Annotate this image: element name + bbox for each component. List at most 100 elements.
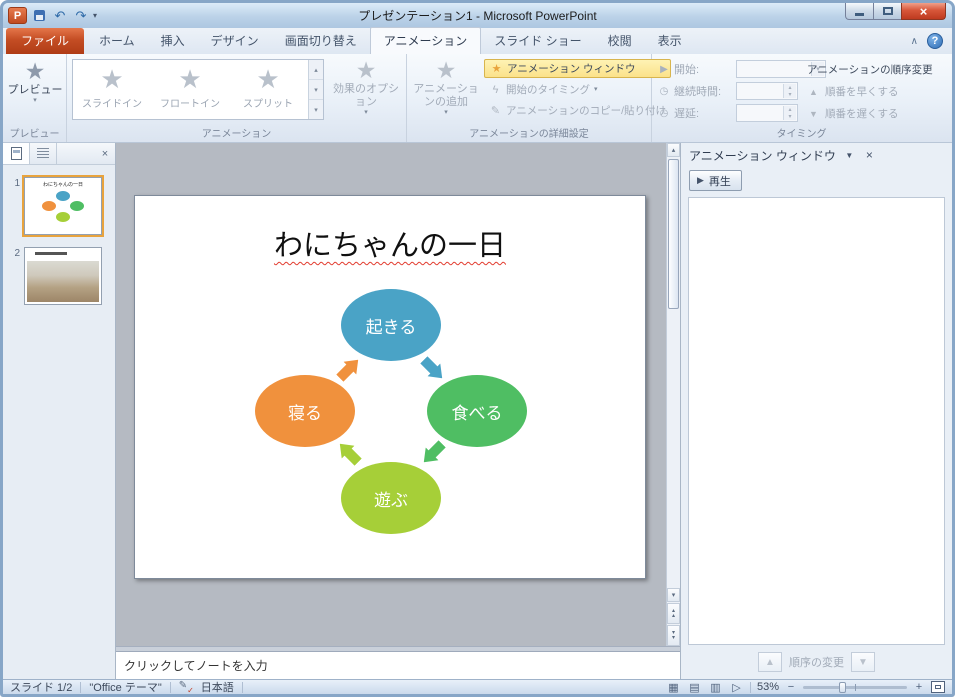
separator [169, 681, 171, 693]
fit-to-window-button[interactable] [931, 681, 945, 693]
save-button[interactable] [30, 7, 48, 24]
zoom-slider-thumb[interactable] [839, 681, 846, 693]
workspace: × 1 わにちゃんの一日 2 わにちゃんの一日 起きる 食べる 遊ぶ 寝る ▴ … [3, 143, 952, 679]
play-icon: ▶ [697, 175, 704, 185]
separator [80, 681, 82, 693]
vertical-scrollbar[interactable]: ▴ ▾ ▴ ▴ ▾ ▾ [666, 143, 680, 646]
slide-indicator: スライド 1/2 [10, 682, 73, 694]
tab-view[interactable]: 表示 [645, 28, 695, 54]
slide-sorter-view-button[interactable]: ▤ [687, 681, 702, 694]
previous-slide-button[interactable]: ▴ ▴ [667, 603, 680, 624]
animation-pane-button[interactable]: ★ アニメーション ウィンドウ [484, 59, 671, 78]
tab-review[interactable]: 校閲 [595, 28, 645, 54]
scroll-down-button[interactable]: ▾ [667, 588, 680, 602]
animation-pane-button-label: アニメーション ウィンドウ [507, 63, 636, 75]
zoom-slider-midpoint [855, 683, 856, 691]
start-row: ▶ 開始: ▾ [658, 58, 826, 80]
slides-tab[interactable] [3, 143, 30, 164]
undo-button[interactable]: ↶ [51, 7, 69, 24]
zoom-in-button[interactable]: + [913, 681, 925, 693]
zoom-slider[interactable] [803, 681, 907, 693]
status-bar-right: ▦ ▤ ▥ ▷ 53% − + [666, 681, 945, 694]
trigger-button[interactable]: ϟ 開始のタイミング ▾ [484, 80, 671, 99]
animation-pane-close-button[interactable]: × [861, 147, 878, 163]
group-label-preview: プレビュー [9, 129, 60, 140]
animation-list[interactable] [688, 197, 945, 645]
play-button[interactable]: ▶ 再生 [689, 170, 742, 191]
group-label-animation: アニメーション [201, 129, 272, 140]
animation-painter-button[interactable]: ✎ アニメーションのコピー/貼り付け [484, 101, 671, 120]
separator [749, 681, 751, 693]
slides-panel-close-button[interactable]: × [95, 143, 115, 164]
animation-pane-footer: ▲ 順序の変更 ▼ [681, 650, 952, 674]
tabrow-right: ∧ ? [911, 33, 952, 49]
zoom-level[interactable]: 53% [757, 681, 779, 693]
animation-painter-label: アニメーションのコピー/貼り付け [506, 105, 666, 117]
close-button[interactable]: × [901, 3, 946, 20]
cycle-shape-eat[interactable]: 食べる [427, 375, 527, 447]
gallery-item-slide-in[interactable]: ★ スライドイン [73, 60, 151, 119]
spell-check-button[interactable]: ✎ ✓ [179, 680, 194, 694]
start-label: 開始: [674, 64, 700, 76]
language-indicator[interactable]: 日本語 [201, 679, 234, 694]
add-animation-button[interactable]: ★ アニメーションの追加 ▾ [410, 58, 482, 117]
slide-title[interactable]: わにちゃんの一日 [135, 222, 645, 264]
cycle-shape-wake-up[interactable]: 起きる [341, 289, 441, 361]
slide-number-1: 1 [14, 178, 20, 189]
tab-home[interactable]: ホーム [86, 28, 148, 54]
gallery-scroll-up[interactable]: ▴ [309, 60, 323, 80]
delay-spinner[interactable]: ▴ ▾ [736, 104, 798, 122]
cycle-shape-sleep[interactable]: 寝る [255, 375, 355, 447]
tab-insert[interactable]: 挿入 [148, 28, 198, 54]
reorder-up-button[interactable]: ▲ [758, 652, 782, 672]
thumbnail-photo [27, 261, 99, 302]
scroll-up-button[interactable]: ▴ [667, 143, 680, 157]
app-icon[interactable]: P [8, 7, 27, 24]
reorder-down-button[interactable]: ▼ [851, 652, 875, 672]
cycle-shape-play[interactable]: 遊ぶ [341, 462, 441, 534]
duration-spinner[interactable]: ▴ ▾ [736, 82, 798, 100]
slideshow-view-button[interactable]: ▷ [729, 681, 744, 694]
minimize-ribbon-icon[interactable]: ∧ [911, 36, 918, 47]
next-slide-button[interactable]: ▾ ▾ [667, 625, 680, 646]
mini-shape [42, 201, 56, 211]
minimize-button[interactable] [845, 3, 874, 20]
outline-tab[interactable] [30, 143, 57, 164]
redo-button[interactable]: ↷ [72, 7, 90, 24]
move-earlier-button[interactable]: ▲ 順番を早くする [807, 84, 949, 99]
powerpoint-window: P ↶ ↷ ▾ プレゼンテーション1 - Microsoft PowerPoin… [0, 0, 955, 697]
qat-customize-dropdown[interactable]: ▾ [93, 11, 103, 20]
duration-spinner-arrows[interactable]: ▴ ▾ [783, 84, 796, 98]
gallery-item-split[interactable]: ★ スプリット [229, 60, 307, 119]
reading-view-button[interactable]: ▥ [708, 681, 723, 694]
gallery-item-float-in[interactable]: ★ フロートイン [151, 60, 229, 119]
move-later-label: 順番を遅くする [825, 108, 899, 120]
maximize-button[interactable] [874, 3, 901, 20]
tab-animations[interactable]: アニメーション [369, 27, 482, 54]
animation-pane-icon: ★ [491, 63, 502, 75]
delay-spinner-arrows[interactable]: ▴ ▾ [783, 106, 796, 120]
notes-pane[interactable]: クリックしてノートを入力 [116, 651, 680, 679]
effect-options-star-icon: ★ [355, 57, 377, 83]
animation-pane-menu-button[interactable]: ▼ [841, 147, 858, 163]
slide-thumbnail-2[interactable] [24, 247, 102, 305]
move-earlier-label: 順番を早くする [825, 86, 899, 98]
normal-view-button[interactable]: ▦ [666, 681, 681, 694]
scrollbar-thumb[interactable] [668, 159, 679, 309]
gallery-more-button[interactable]: ▾ [309, 100, 323, 119]
star-icon: ★ [100, 64, 124, 94]
effect-options-button[interactable]: ★ 効果のオプション ▾ [330, 58, 402, 117]
tab-slideshow[interactable]: スライド ショー [481, 28, 594, 54]
preview-button[interactable]: ★ プレビュー ▾ [6, 59, 64, 105]
maximize-icon [882, 7, 893, 15]
help-button[interactable]: ? [927, 33, 943, 49]
tab-design[interactable]: デザイン [198, 28, 272, 54]
slide[interactable]: わにちゃんの一日 起きる 食べる 遊ぶ 寝る [134, 195, 646, 579]
tab-transitions[interactable]: 画面切り替え [272, 28, 370, 54]
mini-shape [70, 201, 84, 211]
zoom-out-button[interactable]: − [785, 681, 797, 693]
move-later-button[interactable]: ▼ 順番を遅くする [807, 106, 949, 121]
gallery-scroll-down[interactable]: ▾ [309, 80, 323, 100]
tab-file[interactable]: ファイル [6, 28, 85, 54]
slide-thumbnail-1[interactable]: わにちゃんの一日 [22, 175, 104, 237]
